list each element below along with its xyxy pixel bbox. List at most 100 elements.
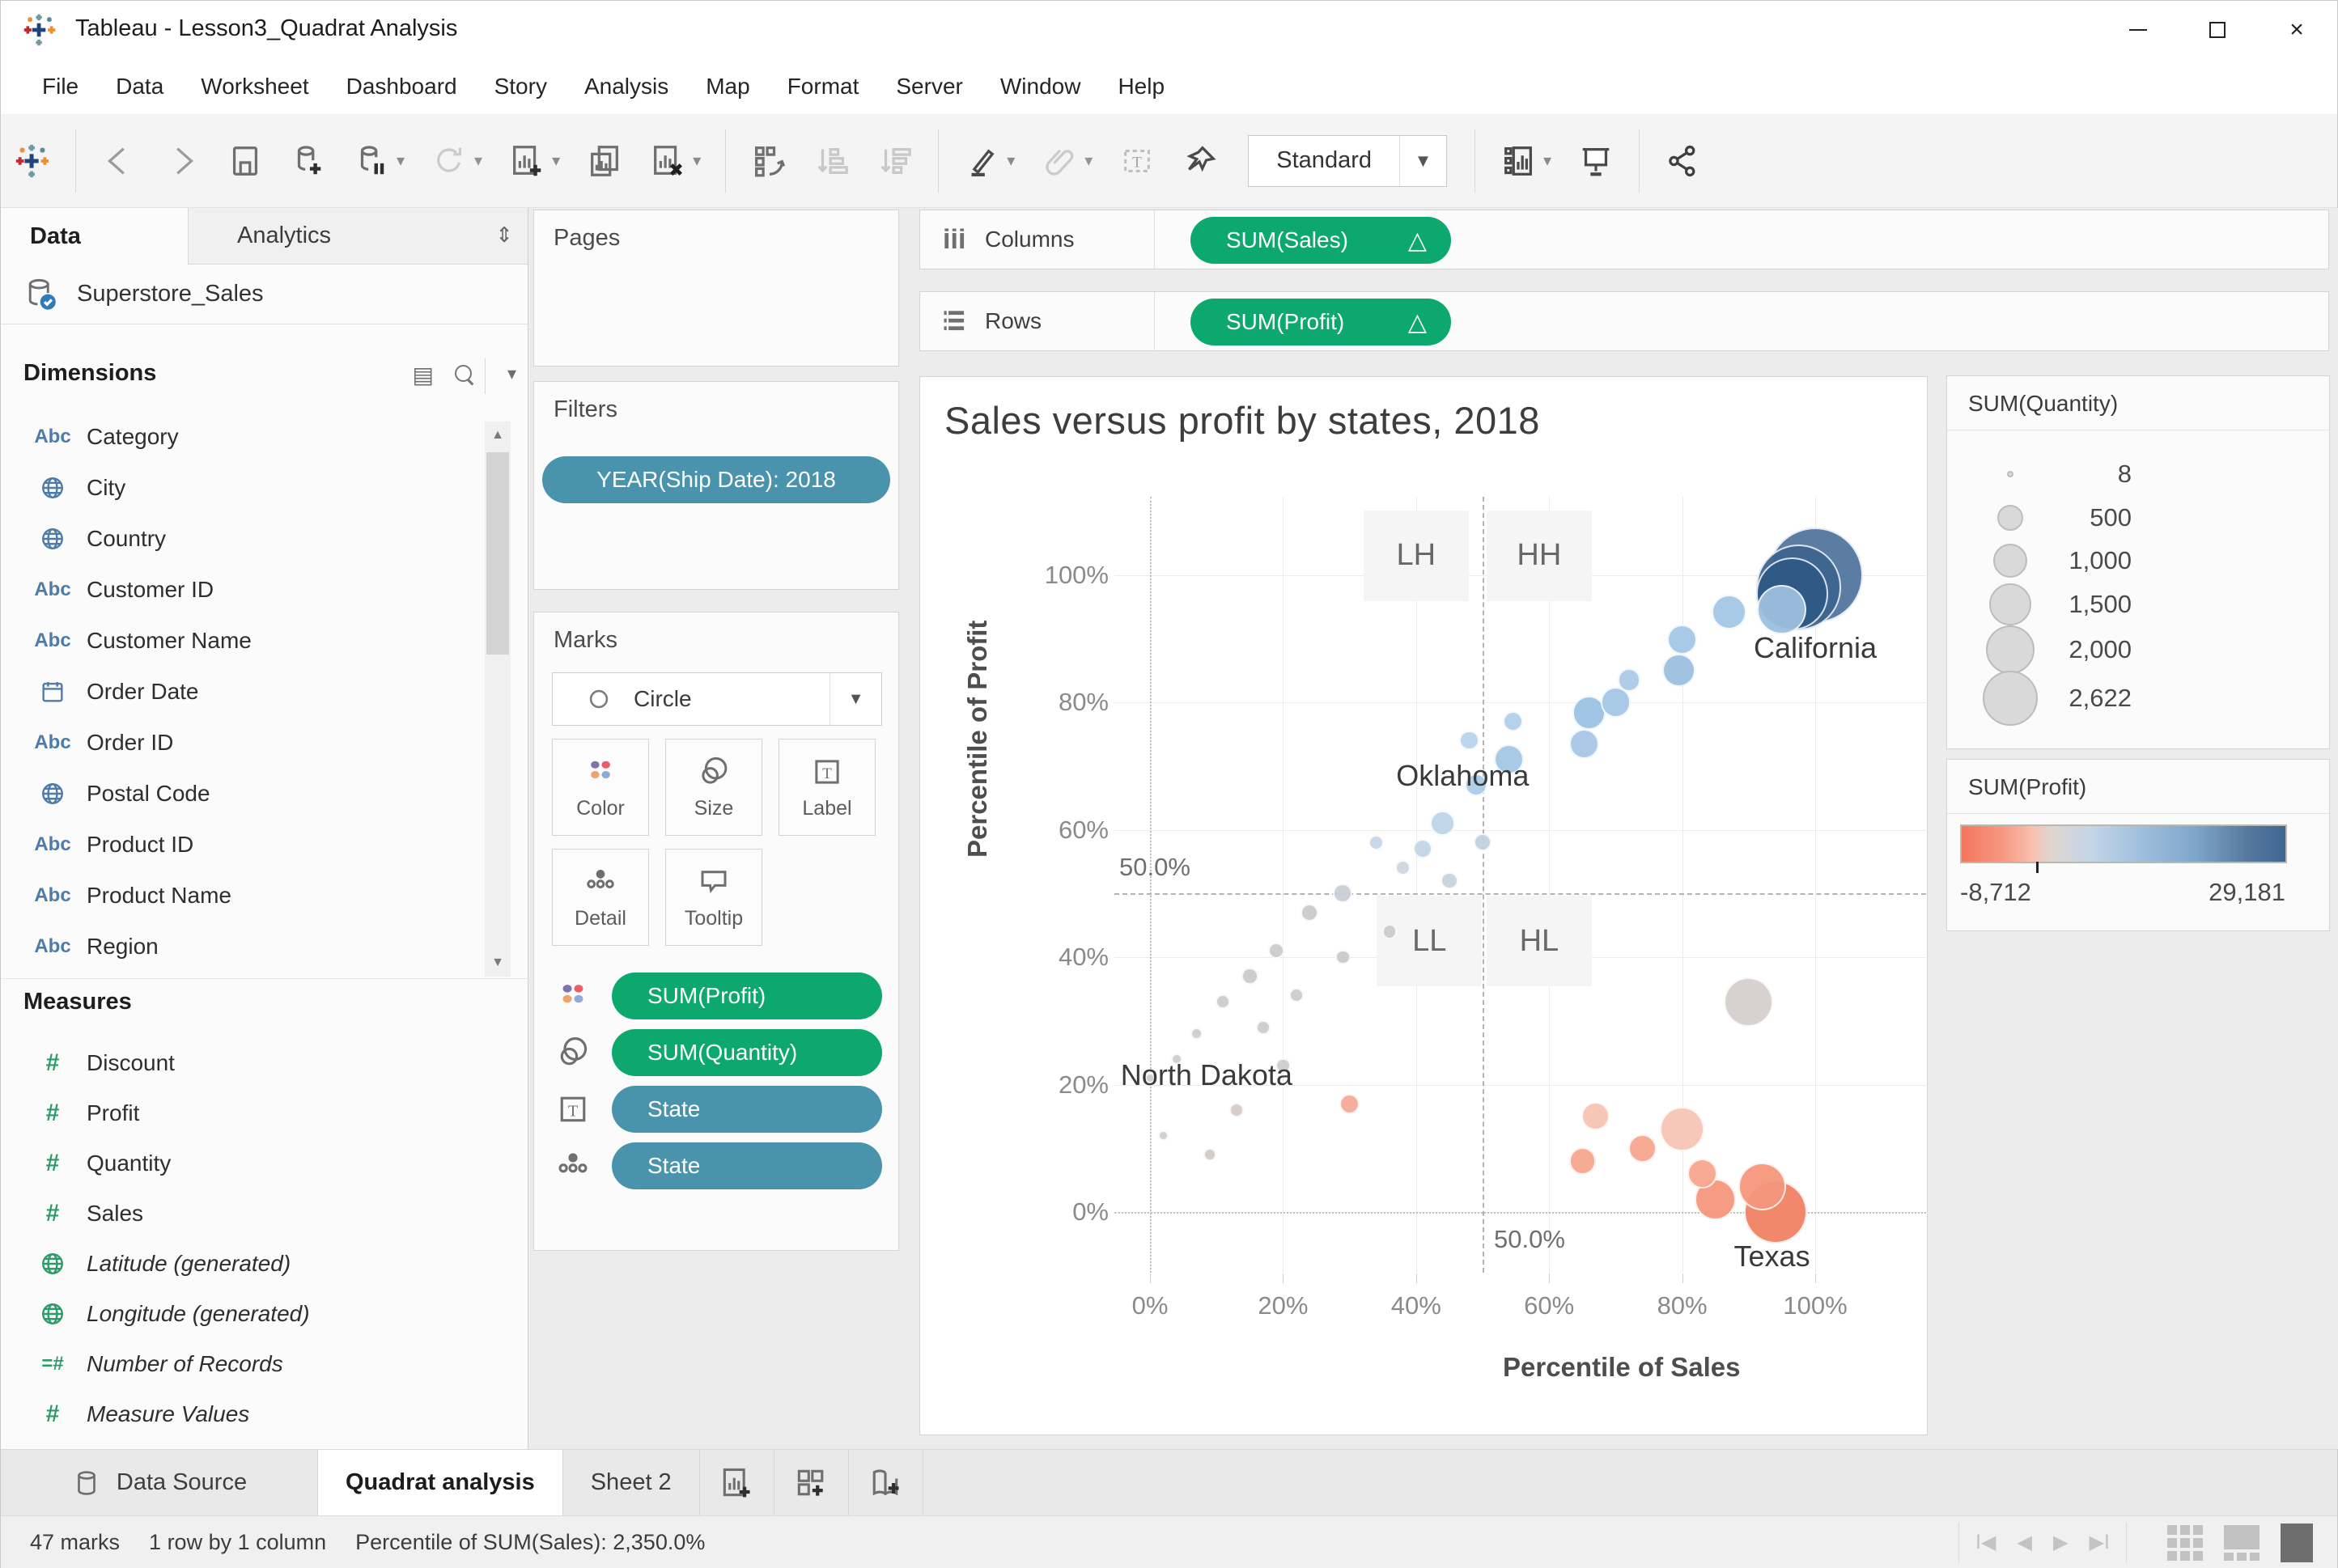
field-customer-id[interactable]: AbcCustomer ID — [1, 565, 482, 615]
highlight-button[interactable]: ▾ — [950, 127, 1028, 195]
field-number-of-records[interactable]: =#Number of Records — [1, 1339, 482, 1389]
marks-button-label[interactable]: TLabel — [779, 739, 876, 836]
close-button[interactable]: × — [2256, 1, 2337, 59]
marks-button-color[interactable]: Color — [552, 739, 649, 836]
menu-story[interactable]: Story — [476, 66, 566, 108]
field-latitude-generated-[interactable]: Latitude (generated) — [1, 1239, 482, 1289]
tab-data[interactable]: Data — [1, 208, 189, 265]
mark-type-caret-icon[interactable]: ▼ — [830, 673, 881, 725]
mark-circle[interactable] — [1158, 1130, 1169, 1141]
mark-circle[interactable] — [1712, 595, 1746, 629]
nav-first-icon[interactable]: Ⅰ◀ — [1975, 1531, 1996, 1554]
reference-line-y-50[interactable] — [1114, 893, 1926, 895]
mark-circle[interactable] — [1333, 884, 1352, 903]
show-sheet-only-icon[interactable] — [2281, 1524, 2313, 1562]
view-as-list-icon[interactable]: ▤ — [413, 362, 434, 388]
mark-circle[interactable] — [1413, 839, 1432, 858]
mark-circle[interactable] — [1628, 1134, 1657, 1163]
filters-card[interactable]: Filters YEAR(Ship Date): 2018 — [533, 381, 899, 590]
mark-circle[interactable] — [1687, 1159, 1717, 1189]
refresh-button[interactable]: ▾ — [418, 127, 495, 195]
menu-worksheet[interactable]: Worksheet — [182, 66, 327, 108]
mark-circle[interactable] — [1229, 1103, 1244, 1117]
mark-circle[interactable] — [1667, 625, 1697, 655]
mark-circle[interactable] — [1660, 1107, 1704, 1151]
add-data-button[interactable] — [277, 127, 340, 195]
text-label-button[interactable]: T — [1105, 127, 1169, 195]
field-longitude-generated-[interactable]: Longitude (generated) — [1, 1289, 482, 1339]
field-country[interactable]: Country — [1, 514, 482, 564]
mark-circle[interactable] — [1216, 994, 1230, 1009]
field-category[interactable]: AbcCategory — [1, 412, 482, 462]
dimensions-scrollbar[interactable]: ▲ ▼ — [485, 422, 511, 977]
new-worksheet-dropdown-icon[interactable]: ▾ — [552, 150, 560, 171]
refresh-dropdown-icon[interactable]: ▾ — [474, 150, 482, 171]
chart-pane[interactable]: LHHHLLHL50.0%50.0%CaliforniaOklahomaNort… — [1114, 497, 1926, 1273]
mark-circle[interactable] — [1569, 1147, 1596, 1174]
mark-circle[interactable] — [1430, 811, 1455, 836]
annotation-north-dakota[interactable]: North Dakota — [1121, 1058, 1292, 1092]
field-discount[interactable]: #Discount — [1, 1038, 482, 1088]
menu-analysis[interactable]: Analysis — [566, 66, 687, 108]
pages-card[interactable]: Pages — [533, 210, 899, 367]
presentation-mode-button[interactable] — [1564, 127, 1627, 195]
rows-shelf[interactable]: Rows SUM(Profit)△ — [919, 291, 2329, 351]
field-customer-name[interactable]: AbcCustomer Name — [1, 616, 482, 666]
new-story-tab-button[interactable] — [849, 1450, 923, 1515]
mark-type-dropdown[interactable]: Circle ▼ — [552, 672, 882, 726]
menu-server[interactable]: Server — [877, 66, 981, 108]
tableau-logo-button[interactable] — [1, 127, 64, 195]
size-legend-card[interactable]: SUM(Quantity) 85001,0001,5002,0002,622 — [1946, 375, 2330, 749]
fit-select[interactable]: Standard▼ — [1248, 135, 1447, 187]
marks-button-size[interactable]: Size — [665, 739, 762, 836]
show-me-dropdown-icon[interactable]: ▾ — [1543, 150, 1551, 171]
nav-last-icon[interactable]: ▶Ⅰ — [2089, 1531, 2110, 1554]
marks-button-tooltip[interactable]: Tooltip — [665, 849, 762, 946]
sheet-tab-quadrat-analysis[interactable]: Quadrat analysis — [318, 1450, 563, 1515]
field-order-id[interactable]: AbcOrder ID — [1, 718, 482, 768]
scrollbar-thumb[interactable] — [486, 452, 509, 655]
mark-circle[interactable] — [1581, 1102, 1610, 1130]
field-sales[interactable]: #Sales — [1, 1189, 482, 1239]
mark-circle[interactable] — [1339, 1094, 1360, 1114]
columns-shelf[interactable]: Columns SUM(Sales)△ — [919, 210, 2329, 269]
menu-data[interactable]: Data — [97, 66, 182, 108]
paperclip-dropdown-icon[interactable]: ▾ — [1084, 150, 1093, 171]
mark-circle[interactable] — [1503, 711, 1523, 731]
marks-pill-state[interactable]: State — [612, 1086, 882, 1133]
field-profit[interactable]: #Profit — [1, 1088, 482, 1138]
pane-sort-icon[interactable]: ⇕ — [495, 222, 513, 248]
mark-circle[interactable] — [1601, 687, 1631, 717]
field-product-id[interactable]: AbcProduct ID — [1, 820, 482, 870]
menu-window[interactable]: Window — [982, 66, 1100, 108]
menu-file[interactable]: File — [23, 66, 97, 108]
field-quantity[interactable]: #Quantity — [1, 1138, 482, 1189]
menu-dashboard[interactable]: Dashboard — [328, 66, 476, 108]
color-gradient-bar[interactable] — [1960, 824, 2287, 863]
scroll-down-icon[interactable]: ▼ — [485, 949, 511, 977]
mark-circle[interactable] — [1382, 924, 1398, 939]
filter-pill-ship-date[interactable]: YEAR(Ship Date): 2018 — [542, 456, 890, 503]
color-legend-card[interactable]: SUM(Profit) -8,712 29,181 — [1946, 759, 2330, 931]
annotation-oklahoma[interactable]: Oklahoma — [1396, 759, 1529, 793]
mark-circle[interactable] — [1662, 654, 1695, 687]
fit-select-caret-icon[interactable]: ▼ — [1399, 136, 1446, 186]
paperclip-button[interactable]: ▾ — [1028, 127, 1105, 195]
sort-ascending-button[interactable] — [800, 127, 863, 195]
annotation-california[interactable]: California — [1754, 631, 1877, 665]
minimize-button[interactable] — [2098, 1, 2179, 59]
mark-circle[interactable] — [1459, 731, 1479, 750]
mark-circle[interactable] — [1724, 977, 1773, 1027]
forward-button[interactable] — [151, 127, 214, 195]
sort-descending-button[interactable] — [863, 127, 927, 195]
mark-circle[interactable] — [1289, 988, 1304, 1002]
shelf-pill-sum-sales-[interactable]: SUM(Sales)△ — [1190, 217, 1451, 264]
new-worksheet-tab-button[interactable] — [700, 1450, 774, 1515]
mark-circle[interactable] — [1618, 668, 1640, 691]
clear-sheet-dropdown-icon[interactable]: ▾ — [693, 150, 701, 171]
show-me-button[interactable]: ▾ — [1487, 127, 1564, 195]
mark-circle[interactable] — [1738, 1163, 1786, 1210]
save-button[interactable] — [214, 127, 277, 195]
mark-circle[interactable] — [1256, 1020, 1271, 1035]
mark-circle[interactable] — [1203, 1148, 1216, 1160]
